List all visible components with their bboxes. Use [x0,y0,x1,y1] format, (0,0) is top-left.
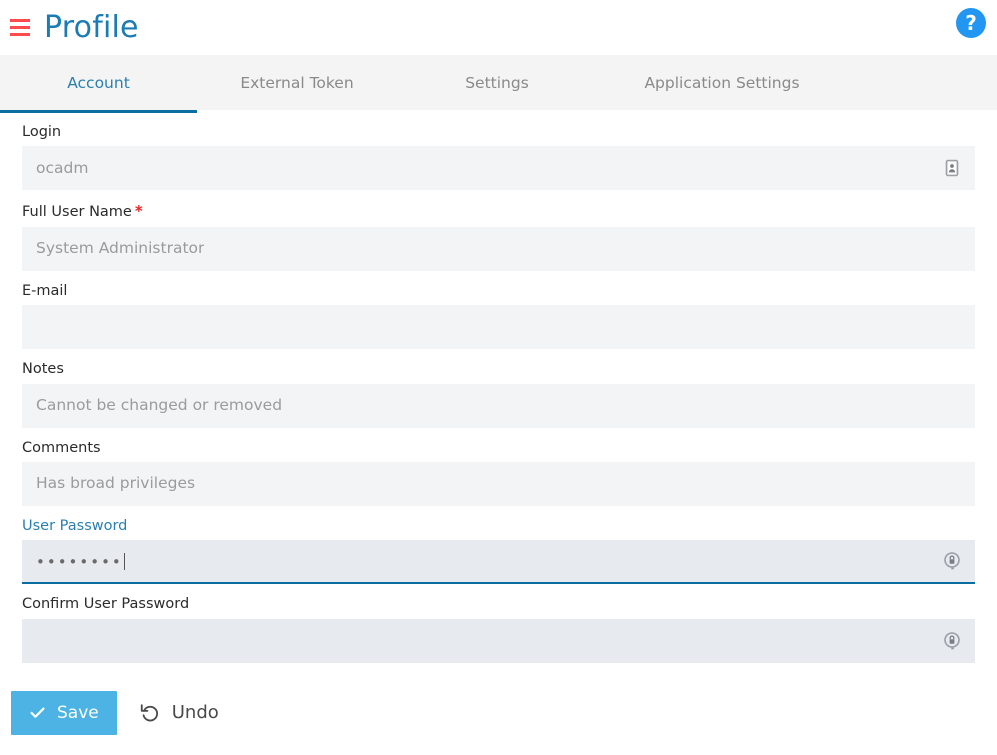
hamburger-bar [10,33,30,36]
full-user-name-value: System Administrator [36,241,205,257]
tab-label: Settings [465,73,529,92]
field-login: Login ocadm [22,124,975,191]
id-badge-icon[interactable] [941,157,963,179]
tab-account[interactable]: Account [0,55,197,113]
field-comments: Comments Has broad privileges [22,440,975,506]
full-user-name-input[interactable]: System Administrator [22,226,975,271]
email-input[interactable] [22,305,975,350]
tab-label: Account [67,73,130,92]
tab-bar: Account External Token Settings Applicat… [0,55,997,113]
comments-input[interactable]: Has broad privileges [22,461,975,506]
notes-input[interactable]: Cannot be changed or removed [22,383,975,428]
comments-label: Comments [22,439,101,456]
full-user-name-label-text: Full User Name [22,204,132,221]
undo-arrow-icon [140,704,158,722]
full-user-name-label: Full User Name * [22,202,975,221]
notes-label: Notes [22,361,64,378]
tab-external-token[interactable]: External Token [197,55,397,110]
email-label: E-mail [22,282,68,299]
save-button-label: Save [57,702,99,723]
tab-settings[interactable]: Settings [397,55,597,110]
help-icon[interactable]: ? [956,8,986,38]
text-caret [123,552,125,570]
confirm-user-password-label: Confirm User Password [22,596,190,613]
password-key-icon[interactable] [941,550,963,572]
check-icon [30,707,45,719]
user-password-input[interactable]: •••••••• [22,540,975,585]
login-value: ocadm [36,160,89,177]
form-actions: Save Undo [0,675,997,735]
field-notes: Notes Cannot be changed or removed [22,361,975,428]
password-key-icon[interactable] [941,630,963,652]
user-password-label: User Password [22,517,128,534]
tab-application-settings[interactable]: Application Settings [597,55,847,110]
notes-value: Cannot be changed or removed [36,397,283,414]
login-label: Login [22,124,62,140]
page-header: Profile ? [0,0,997,55]
page-title: Profile [44,9,139,45]
confirm-user-password-input[interactable] [22,618,975,663]
hamburger-bar [10,19,30,22]
hamburger-bar [10,26,30,29]
undo-button[interactable]: Undo [139,702,219,724]
comments-value: Has broad privileges [36,476,196,492]
login-input[interactable]: ocadm [22,146,975,191]
field-confirm-user-password: Confirm User Password [22,596,975,663]
tab-label: Application Settings [644,73,800,92]
field-full-user-name: Full User Name * System Administrator [22,202,975,271]
tab-label: External Token [240,73,354,92]
field-email: E-mail [22,282,975,350]
profile-page: Profile ? Account External Token Setting… [0,0,997,755]
required-asterisk: * [134,202,143,221]
save-button[interactable]: Save [11,690,117,735]
account-form: Login ocadm Full User Name * System Admin… [0,110,997,663]
hamburger-menu-icon[interactable] [8,16,32,40]
user-password-value: •••••••• [36,552,123,571]
field-user-password: User Password •••••••• [22,517,975,585]
undo-button-label: Undo [171,702,219,724]
user-password-value-wrap: •••••••• [22,552,125,571]
